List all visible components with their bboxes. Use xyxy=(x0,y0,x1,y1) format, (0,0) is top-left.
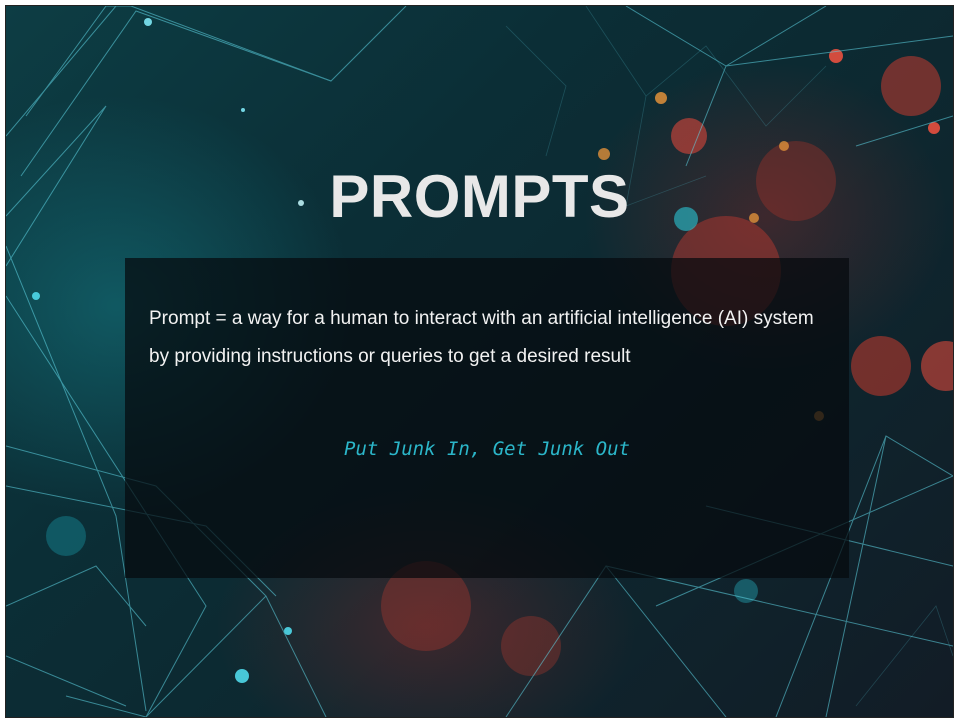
definition-text: Prompt = a way for a human to interact w… xyxy=(149,308,814,367)
tagline: Put Junk In, Get Junk Out xyxy=(344,438,630,460)
slide: PROMPTS Prompt = a way for a human to in… xyxy=(5,5,954,718)
content-box: Prompt = a way for a human to interact w… xyxy=(125,258,849,578)
slide-title: PROMPTS xyxy=(329,163,630,230)
